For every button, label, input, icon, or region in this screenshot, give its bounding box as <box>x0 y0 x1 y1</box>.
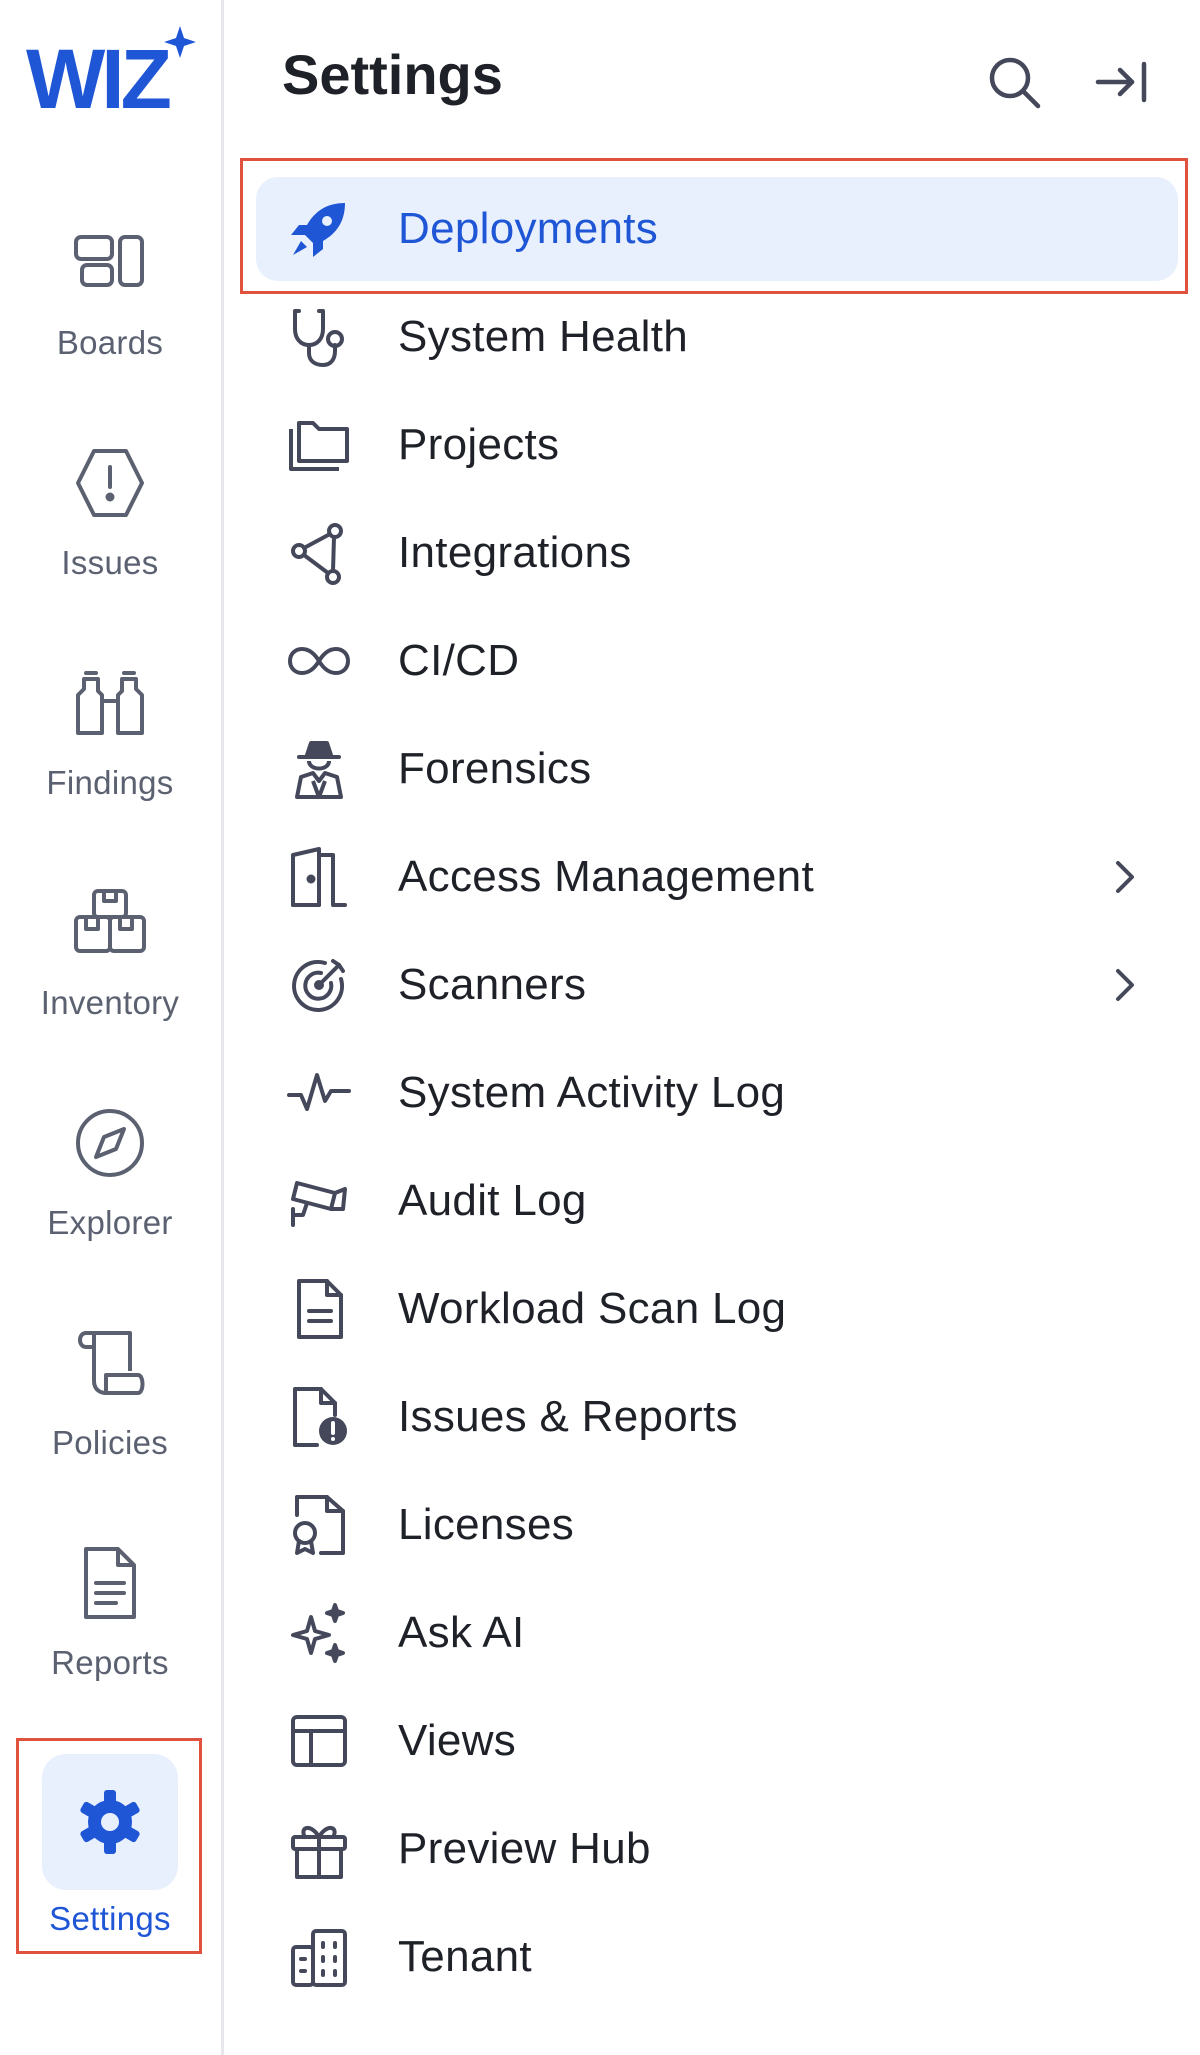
menu-item-label: Integrations <box>398 528 632 577</box>
integrations-icon <box>284 518 354 588</box>
document-icon <box>284 1274 354 1344</box>
rail-item-explorer[interactable]: Explorer <box>0 1080 220 1280</box>
menu-item-tenant[interactable]: Tenant <box>256 1905 1178 2009</box>
page-title: Settings <box>282 43 503 106</box>
rail-item-policies[interactable]: Policies <box>0 1300 220 1500</box>
stethoscope-icon <box>284 302 354 372</box>
menu-item-label: Projects <box>398 420 560 469</box>
target-icon <box>284 950 354 1020</box>
menu-item-label: Tenant <box>398 1932 532 1981</box>
menu-item-scanners[interactable]: Scanners <box>256 933 1178 1037</box>
menu-item-system-health[interactable]: System Health <box>256 285 1178 389</box>
search-icon <box>989 57 1041 109</box>
detective-icon <box>284 734 354 804</box>
menu-item-label: Preview Hub <box>398 1824 651 1873</box>
compass-icon <box>67 1100 153 1186</box>
rail-item-boards[interactable]: Boards <box>0 200 220 400</box>
rail-item-label: Explorer <box>47 1204 173 1241</box>
rail-item-label: Findings <box>46 764 174 801</box>
rocket-icon <box>284 194 354 264</box>
menu-item-label: Deployments <box>398 204 659 253</box>
menu-item-projects[interactable]: Projects <box>256 393 1178 497</box>
menu-item-label: Access Management <box>398 852 814 901</box>
inventory-icon <box>67 880 153 966</box>
building-icon <box>284 1922 354 1992</box>
license-icon <box>284 1490 354 1560</box>
search-button[interactable] <box>984 52 1044 112</box>
menu-item-label: System Health <box>398 312 689 361</box>
menu-item-audit-log[interactable]: Audit Log <box>256 1149 1178 1253</box>
menu-item-label: System Activity Log <box>398 1068 786 1117</box>
svg-text:WIZ: WIZ <box>26 32 170 120</box>
report-icon <box>67 1540 153 1626</box>
rail-item-issues[interactable]: Issues <box>0 420 220 620</box>
layout-icon <box>284 1706 354 1776</box>
menu-item-licenses[interactable]: Licenses <box>256 1473 1178 1577</box>
menu-item-label: Views <box>398 1716 517 1765</box>
rail-item-reports[interactable]: Reports <box>0 1520 220 1720</box>
chevron-right-icon <box>1116 969 1134 1001</box>
rail-item-label: Settings <box>49 1900 171 1937</box>
collapse-panel-icon <box>1095 61 1147 103</box>
activity-icon <box>284 1058 354 1128</box>
rail-item-label: Policies <box>51 1424 169 1461</box>
menu-item-label: Issues & Reports <box>398 1392 738 1441</box>
menu-item-access-management[interactable]: Access Management <box>256 825 1178 929</box>
rail-item-label: Boards <box>56 324 164 361</box>
menu-item-label: Scanners <box>398 960 587 1009</box>
binoculars-icon <box>67 660 153 746</box>
menu-item-preview-hub[interactable]: Preview Hub <box>256 1797 1178 1901</box>
menu-item-deployments[interactable]: Deployments <box>256 177 1178 281</box>
menu-item-label: Ask AI <box>398 1608 525 1657</box>
sparkles-icon <box>284 1598 354 1668</box>
menu-item-label: CI/CD <box>398 636 520 685</box>
rail-item-settings[interactable]: Settings <box>0 1744 220 1944</box>
door-icon <box>284 842 354 912</box>
rail-item-label: Issues <box>61 544 159 581</box>
gear-icon <box>42 1754 178 1890</box>
rail-item-label: Inventory <box>40 984 180 1021</box>
menu-item-label: Workload Scan Log <box>398 1284 787 1333</box>
menu-item-label: Audit Log <box>398 1176 587 1225</box>
rail-item-label: Reports <box>51 1644 169 1681</box>
infinity-icon <box>284 626 354 696</box>
menu-item-integrations[interactable]: Integrations <box>256 501 1178 605</box>
menu-item-workload-scan-log[interactable]: Workload Scan Log <box>256 1257 1178 1361</box>
scroll-icon <box>67 1320 153 1406</box>
menu-item-views[interactable]: Views <box>256 1689 1178 1793</box>
menu-item-system-activity-log[interactable]: System Activity Log <box>256 1041 1178 1145</box>
camera-icon <box>284 1166 354 1236</box>
left-nav-rail: WIZ Boards Issues Findings Inventory Exp… <box>0 0 224 2055</box>
wiz-logo[interactable]: WIZ <box>24 20 199 126</box>
menu-item-label: Forensics <box>398 744 592 793</box>
boards-icon <box>67 220 153 306</box>
menu-item-cicd[interactable]: CI/CD <box>256 609 1178 713</box>
file-alert-icon <box>284 1382 354 1452</box>
menu-item-forensics[interactable]: Forensics <box>256 717 1178 821</box>
rail-item-inventory[interactable]: Inventory <box>0 860 220 1060</box>
menu-item-issues-reports[interactable]: Issues & Reports <box>256 1365 1178 1469</box>
collapse-panel-button[interactable] <box>1092 52 1152 112</box>
chevron-right-icon <box>1116 861 1134 893</box>
menu-item-ask-ai[interactable]: Ask AI <box>256 1581 1178 1685</box>
issues-icon <box>67 440 153 526</box>
gift-icon <box>284 1814 354 1884</box>
menu-item-label: Licenses <box>398 1500 575 1549</box>
folders-icon <box>284 410 354 480</box>
rail-item-findings[interactable]: Findings <box>0 640 220 840</box>
